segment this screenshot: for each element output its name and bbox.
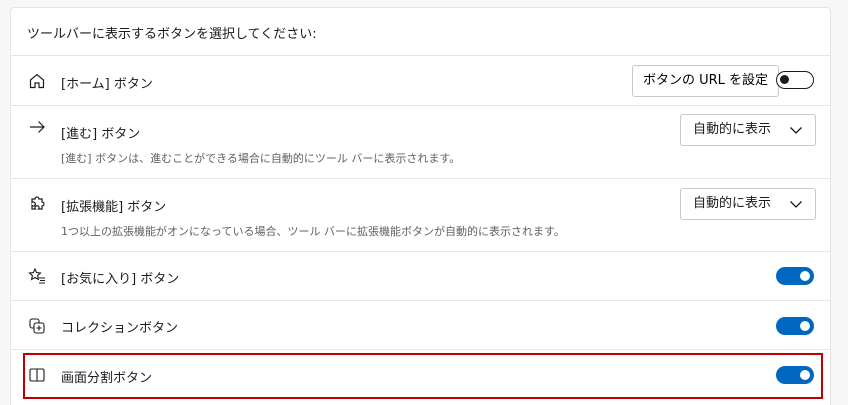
toolbar-buttons-card: ツールバーに表示するボタンを選択してください: [ホーム] ボタン ボタンの U… bbox=[10, 7, 831, 405]
favorites-button-toggle[interactable] bbox=[776, 267, 814, 285]
row-split-screen-button: 画面分割ボタン bbox=[11, 350, 830, 400]
home-button-toggle[interactable] bbox=[776, 71, 814, 89]
star-list-icon bbox=[28, 267, 46, 285]
row-forward-button: [進む] ボタン [進む] ボタンは、進むことができる場合に自動的にツール バー… bbox=[11, 106, 830, 179]
row-extensions-button: [拡張機能] ボタン 1つ以上の拡張機能がオンになっている場合、ツール バーに拡… bbox=[11, 179, 830, 252]
row-home-button: [ホーム] ボタン ボタンの URL を設定 bbox=[11, 56, 830, 106]
extensions-button-dropdown[interactable]: 自動的に表示 bbox=[680, 188, 816, 220]
extensions-button-description: 1つ以上の拡張機能がオンになっている場合、ツール バーに拡張機能ボタンが自動的に… bbox=[61, 225, 565, 238]
arrow-right-icon bbox=[28, 118, 46, 136]
home-icon bbox=[28, 72, 46, 90]
set-url-button[interactable]: ボタンの URL を設定 bbox=[632, 65, 780, 97]
collections-button-label: コレクションボタン bbox=[61, 321, 179, 336]
row-favorites-button: [お気に入り] ボタン bbox=[11, 252, 830, 301]
split-screen-button-toggle[interactable] bbox=[776, 366, 814, 384]
puzzle-icon bbox=[28, 194, 46, 212]
favorites-button-label: [お気に入り] ボタン bbox=[61, 272, 180, 287]
chevron-down-icon bbox=[790, 127, 802, 134]
section-header: ツールバーに表示するボタンを選択してください: bbox=[11, 8, 830, 56]
forward-button-description: [進む] ボタンは、進むことができる場合に自動的にツール バーに表示されます。 bbox=[61, 152, 461, 165]
home-button-label: [ホーム] ボタン bbox=[61, 77, 153, 92]
section-title: ツールバーに表示するボタンを選択してください: bbox=[27, 27, 317, 42]
extensions-button-label: [拡張機能] ボタン bbox=[61, 200, 167, 215]
split-screen-icon bbox=[28, 366, 46, 384]
row-collections-button: コレクションボタン bbox=[11, 301, 830, 350]
dropdown-value: 自動的に表示 bbox=[693, 196, 772, 211]
chevron-down-icon bbox=[790, 201, 802, 208]
collections-button-toggle[interactable] bbox=[776, 317, 814, 335]
forward-button-dropdown[interactable]: 自動的に表示 bbox=[680, 114, 816, 146]
collections-icon bbox=[28, 317, 46, 335]
forward-button-label: [進む] ボタン bbox=[61, 127, 141, 142]
dropdown-value: 自動的に表示 bbox=[693, 122, 772, 137]
split-screen-button-label: 画面分割ボタン bbox=[61, 371, 153, 386]
